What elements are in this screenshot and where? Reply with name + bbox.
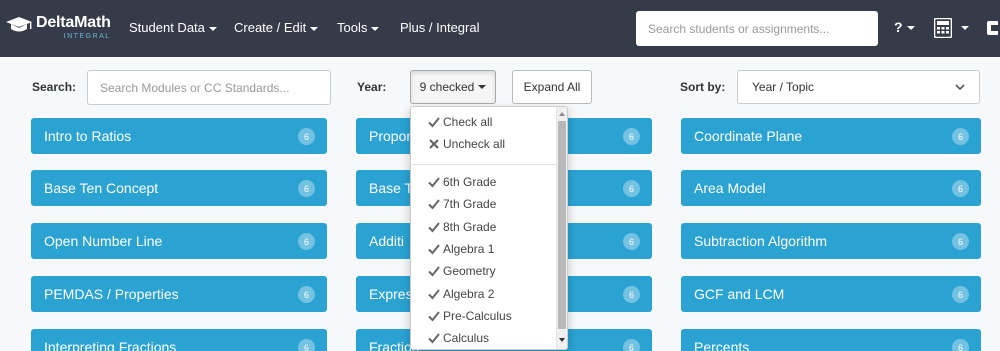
count-badge: 6 (623, 180, 640, 197)
dropdown-scrollbar-thumb[interactable] (558, 121, 566, 329)
count-badge: 6 (623, 286, 640, 303)
count-badge: 6 (623, 233, 640, 250)
count-badge: 6 (298, 339, 315, 351)
chevron-down-icon (208, 26, 217, 31)
graduation-cap-icon (6, 17, 32, 32)
module-card[interactable]: Interpreting Fractions 6 (31, 329, 327, 351)
sort-select[interactable]: Year / Topic (737, 70, 980, 104)
help-button[interactable]: ? (894, 19, 915, 35)
module-card[interactable]: Open Number Line 6 (31, 223, 327, 259)
menu-divider (412, 164, 556, 165)
count-badge: 6 (623, 339, 640, 351)
uncheck-all-option[interactable]: Uncheck all (428, 137, 505, 151)
check-icon (428, 177, 440, 188)
year-option-8th-grade[interactable]: 8th Grade (428, 220, 496, 234)
check-icon (428, 222, 440, 233)
nav-create-edit[interactable]: Create / Edit (234, 20, 319, 35)
search-label: Search: (32, 80, 77, 94)
year-label: Year: (357, 80, 387, 94)
check-icon (428, 199, 440, 210)
sort-label: Sort by: (680, 80, 726, 94)
check-icon (428, 333, 440, 344)
deltamath-logo[interactable]: DeltaMath INTEGRAL (6, 15, 111, 43)
year-dropdown-menu: Check all Uncheck all 6th Grade 7th Grad… (410, 106, 568, 350)
module-card[interactable]: GCF and LCM 6 (681, 276, 981, 312)
year-filter-button[interactable]: 9 checked (410, 70, 496, 104)
chevron-down-icon (478, 85, 487, 89)
count-badge: 6 (298, 286, 315, 303)
year-option-algebra-2[interactable]: Algebra 2 (428, 287, 494, 301)
module-card[interactable]: PEMDAS / Properties 6 (31, 276, 327, 312)
nav-plus-integral[interactable]: Plus / Integral (400, 20, 480, 35)
chevron-down-icon (371, 26, 380, 31)
module-card[interactable]: Percents 6 (681, 329, 981, 351)
x-icon (429, 139, 439, 149)
check-icon (428, 244, 440, 255)
module-card[interactable]: Base Ten Concept 6 (31, 170, 327, 206)
count-badge: 6 (952, 128, 969, 145)
year-option-calculus[interactable]: Calculus (428, 331, 489, 345)
check-icon (428, 289, 440, 300)
chevron-down-icon (955, 84, 965, 90)
scroll-down-arrow-icon[interactable] (559, 337, 565, 343)
logout-icon[interactable] (986, 17, 1000, 39)
count-badge: 6 (298, 180, 315, 197)
module-card[interactable]: Subtraction Algorithm 6 (681, 223, 981, 259)
count-badge: 6 (298, 233, 315, 250)
count-badge: 6 (952, 180, 969, 197)
expand-all-button[interactable]: Expand All (512, 70, 592, 104)
count-badge: 6 (952, 233, 969, 250)
calculator-button[interactable] (934, 17, 974, 39)
check-icon (428, 117, 440, 128)
module-search-input[interactable] (87, 70, 331, 105)
logo-name: DeltaMath (36, 14, 111, 31)
count-badge: 6 (952, 286, 969, 303)
calculator-icon (934, 18, 952, 38)
chevron-down-icon (961, 26, 969, 30)
year-option-6th-grade[interactable]: 6th Grade (428, 175, 496, 189)
count-badge: 6 (623, 128, 640, 145)
module-card[interactable]: Intro to Ratios 6 (31, 118, 327, 154)
nav-student-data[interactable]: Student Data (129, 20, 217, 35)
nav-tools[interactable]: Tools (337, 20, 380, 35)
module-card[interactable]: Area Model 6 (681, 170, 981, 206)
year-option-pre-calculus[interactable]: Pre-Calculus (428, 309, 512, 323)
check-icon (428, 266, 440, 277)
year-option-algebra-1[interactable]: Algebra 1 (428, 242, 494, 256)
student-assignment-search-input[interactable] (636, 11, 878, 46)
top-navbar: DeltaMath INTEGRAL Student Data Create /… (0, 0, 1000, 57)
count-badge: 6 (298, 128, 315, 145)
logo-subtitle: INTEGRAL (63, 33, 111, 40)
chevron-down-icon (906, 26, 915, 31)
check-all-option[interactable]: Check all (428, 115, 492, 129)
year-option-geometry[interactable]: Geometry (428, 264, 496, 278)
chevron-down-icon (310, 26, 319, 31)
check-icon (428, 311, 440, 322)
module-card[interactable]: Coordinate Plane 6 (681, 118, 981, 154)
year-option-7th-grade[interactable]: 7th Grade (428, 197, 496, 211)
scroll-up-arrow-icon[interactable] (559, 111, 565, 117)
count-badge: 6 (952, 339, 969, 351)
